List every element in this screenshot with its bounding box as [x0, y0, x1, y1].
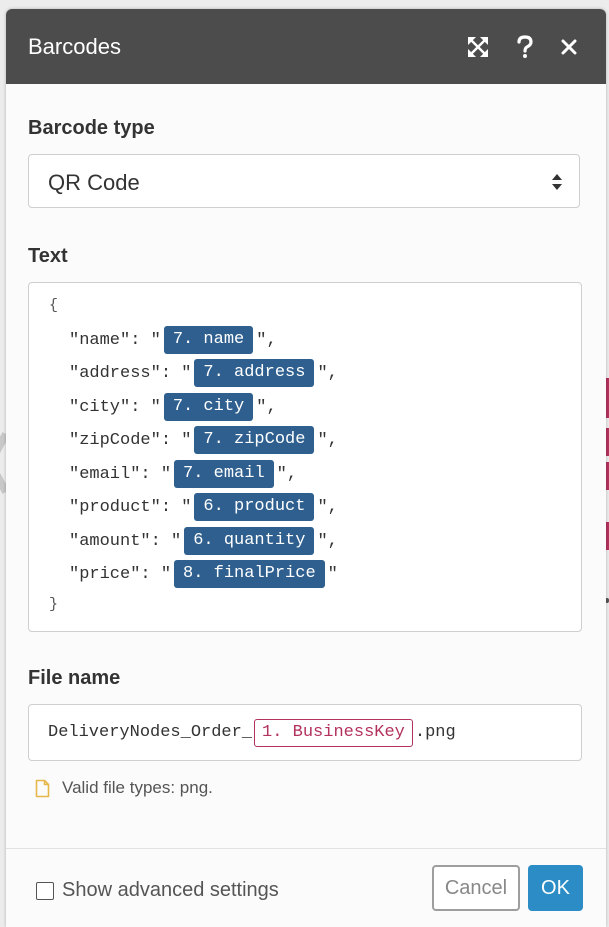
show-advanced-toggle[interactable]: Show advanced settings [36, 879, 279, 902]
file-type-hint: Valid file types: png. [35, 778, 213, 798]
code-key: "address": " [69, 363, 192, 383]
barcodes-dialog: Barcodes Barcode type QR Code Text {"na… [6, 9, 606, 927]
code-tail: ", [256, 330, 277, 350]
code-tail: ", [276, 464, 298, 484]
code-key: "email": " [69, 464, 172, 484]
dialog-title: Barcodes [28, 34, 121, 59]
code-key: "price": " [69, 564, 172, 584]
code-key: "city": " [69, 397, 161, 417]
code-line: "name": " 7. name ", [69, 326, 277, 354]
text-editor[interactable]: { "name": " 7. name ", "address": " 7. addr… [28, 282, 582, 632]
code-line: "zipCode": " 7. zipCode ", [69, 426, 338, 454]
mapping-token[interactable]: 7. city [163, 393, 254, 421]
dialog-footer: Show advanced settings Cancel OK [6, 848, 606, 927]
file-icon [35, 779, 50, 797]
code-line: "price": " 8. finalPrice " [69, 560, 338, 588]
open-brace: { [49, 297, 59, 314]
mapping-token[interactable]: 7. email [174, 460, 274, 488]
file-type-hint-text: Valid file types: png. [62, 778, 213, 797]
advanced-label: Show advanced settings [62, 879, 279, 901]
code-line: "email": " 7. email ", [69, 460, 297, 488]
barcode-type-value: QR Code [48, 170, 140, 195]
text-label: Text [28, 245, 68, 267]
code-key: "zipCode": " [69, 430, 192, 450]
cancel-button[interactable]: Cancel [432, 865, 520, 911]
select-arrows-icon [552, 174, 562, 190]
barcode-type-label: Barcode type [28, 117, 155, 139]
code-tail: ", [256, 397, 277, 417]
code-tail: ", [317, 363, 338, 383]
expand-icon[interactable] [464, 33, 492, 61]
code-key: "name": " [69, 330, 161, 350]
code-tail: ", [317, 531, 338, 551]
mapping-token[interactable]: 7. zipCode [194, 426, 315, 454]
mapping-token[interactable]: 7. name [163, 326, 254, 354]
code-line: "address": " 7. address ", [69, 359, 338, 387]
mapping-token[interactable]: 6. quantity [184, 527, 315, 555]
mapping-token[interactable]: 7. address [194, 359, 315, 387]
file-name-prefix: DeliveryNodes_Order_ [48, 723, 253, 742]
code-key: "amount": " [69, 531, 182, 551]
dialog-titlebar: Barcodes [6, 9, 606, 84]
help-icon[interactable] [511, 33, 539, 61]
file-name-input[interactable]: DeliveryNodes_Order_ 1. BusinessKey .png [28, 704, 582, 761]
advanced-checkbox[interactable] [36, 881, 54, 900]
code-tail: ", [317, 430, 338, 450]
code-tail: " [327, 564, 338, 584]
business-key-token[interactable]: 1. BusinessKey [254, 718, 413, 747]
code-line: "city": " 7. city ", [69, 393, 277, 421]
close-brace: } [49, 596, 59, 613]
file-name-label: File name [28, 667, 121, 689]
code-line: "amount": " 6. quantity ", [69, 527, 338, 555]
ok-button[interactable]: OK [528, 865, 583, 911]
close-icon[interactable] [555, 33, 583, 61]
file-name-suffix: .png [414, 723, 456, 742]
code-line: "product": " 6. product ", [69, 493, 338, 521]
barcode-type-select[interactable]: QR Code [28, 154, 580, 208]
mapping-token[interactable]: 8. finalPrice [174, 560, 325, 588]
mapping-token[interactable]: 6. product [194, 493, 315, 521]
code-key: "product": " [69, 497, 192, 517]
code-tail: ", [317, 497, 338, 517]
